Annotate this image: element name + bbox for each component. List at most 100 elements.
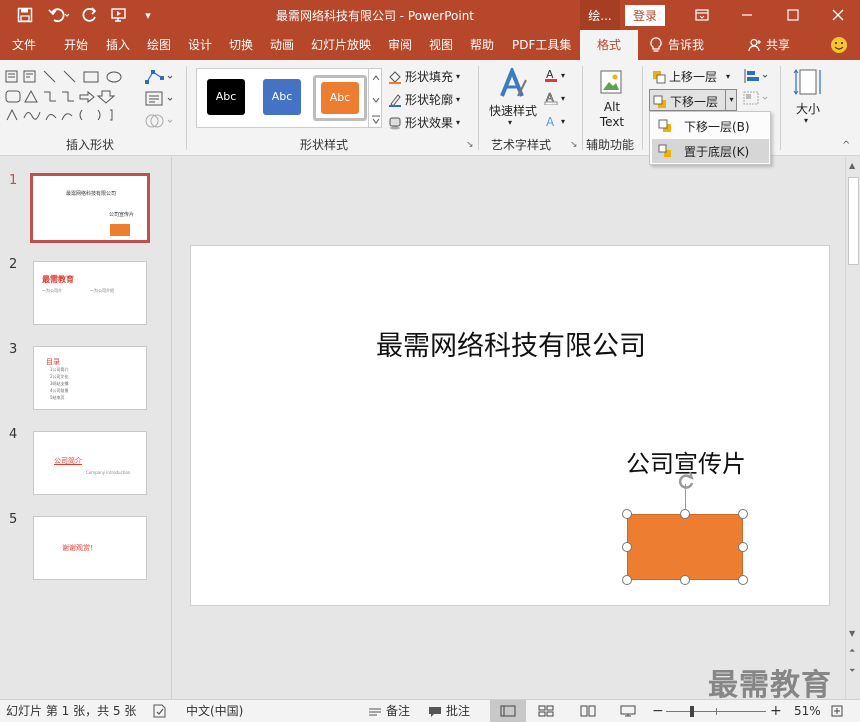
collapse-ribbon-button[interactable]: ^ — [842, 140, 850, 151]
zoom-out-button[interactable]: − — [652, 700, 664, 722]
shape-outline-button[interactable]: 形状轮廓 ▾ — [388, 91, 460, 108]
reading-view-button[interactable] — [580, 700, 596, 722]
text-outline-button[interactable]: A ▾ — [544, 91, 565, 105]
group-divider — [186, 66, 187, 150]
shape-effects-button[interactable]: 形状效果 ▾ — [388, 114, 460, 131]
language-indicator[interactable]: 中文(中国) — [186, 700, 243, 722]
start-from-beginning-button[interactable] — [104, 0, 134, 30]
menu-item-send-to-back[interactable]: 置于底层(K) — [652, 139, 769, 163]
scroll-down-icon[interactable]: ▼ — [849, 629, 855, 638]
tab-insert[interactable]: 插入 — [106, 30, 130, 60]
send-backward-dropdown[interactable]: ▾ — [725, 90, 737, 110]
spelling-check-button[interactable] — [152, 700, 168, 722]
tab-pdf-tools[interactable]: PDF工具集 — [512, 30, 571, 60]
maximize-button[interactable] — [770, 0, 816, 30]
slide-title[interactable]: 最需网络科技有限公司 — [191, 324, 831, 363]
slideshow-icon — [111, 8, 126, 22]
resize-handle-n[interactable] — [680, 509, 690, 519]
scroll-thumb[interactable] — [848, 177, 859, 265]
slide-thumbnail-3[interactable]: 目录 1公司简介 2公司文化 3网站支撑 4公司前景 5结束页 — [33, 346, 147, 410]
bring-forward-label: 上移一层 — [669, 70, 718, 84]
align-button[interactable] — [742, 68, 770, 86]
rotate-handle-icon[interactable] — [675, 470, 697, 492]
fit-to-window-button[interactable] — [830, 700, 844, 722]
tab-file[interactable]: 文件 — [12, 30, 36, 60]
merge-shapes-button[interactable] — [144, 112, 176, 130]
slide-canvas[interactable]: 最需网络科技有限公司 公司宣传片 — [190, 245, 830, 606]
redo-button[interactable] — [76, 0, 104, 30]
shape-fill-button[interactable]: 形状填充 ▾ — [388, 68, 460, 85]
style-gallery-scroll[interactable] — [368, 68, 382, 128]
wordart-launcher[interactable]: ↘ — [570, 140, 578, 150]
tab-slideshow[interactable]: 幻灯片放映 — [311, 30, 371, 60]
edit-shape-button[interactable] — [144, 68, 176, 88]
scroll-up-icon[interactable]: ▲ — [849, 161, 855, 170]
style-swatch-orange-selected[interactable]: Abc — [313, 75, 367, 121]
tab-home[interactable]: 开始 — [64, 30, 88, 60]
text-fill-button[interactable]: A ▾ — [544, 68, 565, 82]
alt-text-button[interactable]: Alt Text — [592, 66, 632, 132]
zoom-in-button[interactable]: + — [770, 700, 782, 722]
resize-handle-ne[interactable] — [738, 509, 748, 519]
contextual-tab-drawing[interactable]: 绘... — [580, 0, 620, 30]
text-box-button[interactable] — [144, 90, 176, 110]
text-effects-button[interactable]: A ▾ — [544, 114, 565, 128]
minimize-button[interactable] — [724, 0, 770, 30]
size-button[interactable]: 大小 ▾ — [788, 66, 828, 132]
tell-me-label: 告诉我 — [668, 38, 705, 52]
slide-number: 4 — [9, 427, 18, 442]
quick-styles-button[interactable]: 快速样式 ▾ — [486, 66, 540, 128]
shape-gallery[interactable] — [4, 68, 178, 128]
shape-styles-launcher[interactable]: ↘ — [466, 140, 474, 150]
slide-sorter-button[interactable] — [538, 700, 554, 722]
customize-qat-button[interactable]: ▾ — [138, 0, 158, 30]
shape-style-gallery[interactable]: Abc Abc Abc — [196, 68, 382, 128]
tab-view[interactable]: 视图 — [429, 30, 453, 60]
close-window-button[interactable] — [816, 0, 860, 30]
zoom-slider[interactable] — [666, 700, 766, 722]
slide-thumbnail-5[interactable]: 谢谢观赏！ — [33, 516, 147, 580]
previous-slide-icon[interactable]: ⏶ — [849, 647, 855, 655]
style-swatch-black[interactable]: Abc — [207, 79, 245, 115]
bring-forward-button[interactable]: 上移一层 ▾ — [652, 68, 730, 85]
tab-review[interactable]: 审阅 — [388, 30, 412, 60]
tab-animations[interactable]: 动画 — [270, 30, 294, 60]
tab-design[interactable]: 设计 — [188, 30, 212, 60]
resize-handle-s[interactable] — [680, 575, 690, 585]
zoom-level[interactable]: 51% — [794, 700, 821, 722]
zoom-slider-thumb[interactable] — [690, 706, 694, 717]
comments-button[interactable]: 批注 — [428, 700, 470, 722]
style-swatch-blue[interactable]: Abc — [263, 79, 301, 115]
resize-handle-se[interactable] — [738, 575, 748, 585]
ribbon-tabs: 文件 开始 插入 绘图 设计 切换 动画 幻灯片放映 审阅 视图 帮助 PDF工… — [0, 30, 860, 60]
tell-me-search[interactable]: 告诉我 — [650, 30, 704, 60]
tab-format[interactable]: 格式 — [580, 30, 638, 60]
reading-view-icon — [580, 705, 596, 717]
undo-button[interactable] — [42, 0, 76, 30]
feedback-button[interactable] — [830, 30, 848, 60]
resize-handle-nw[interactable] — [622, 509, 632, 519]
vertical-scrollbar[interactable]: ▲ ▼ ⏶ ⏷ — [845, 157, 860, 699]
normal-view-button[interactable] — [490, 700, 526, 722]
send-backward-icon — [653, 95, 666, 108]
resize-handle-e[interactable] — [738, 542, 748, 552]
tab-help[interactable]: 帮助 — [470, 30, 494, 60]
slideshow-view-button[interactable] — [620, 700, 636, 722]
slide-thumbnail-2[interactable]: 最需教育 一为公司介 一为公司介绍 — [33, 261, 147, 325]
slide-thumbnail-1[interactable]: 最需网络科技有限公司 公司宣传片 — [30, 173, 150, 243]
slide-thumbnail-4[interactable]: 公司简介 Company introduction — [33, 431, 147, 495]
selected-rectangle-shape[interactable] — [627, 514, 743, 580]
login-button[interactable]: 登录 — [622, 0, 668, 30]
send-backward-button[interactable]: 下移一层 ▾ — [649, 89, 737, 111]
tab-transitions[interactable]: 切换 — [229, 30, 253, 60]
resize-handle-sw[interactable] — [622, 575, 632, 585]
next-slide-icon[interactable]: ⏷ — [849, 667, 855, 675]
tab-draw[interactable]: 绘图 — [147, 30, 171, 60]
group-objects-button[interactable] — [742, 90, 770, 108]
menu-item-send-backward[interactable]: 下移一层(B) — [652, 114, 769, 138]
save-button[interactable] — [8, 0, 42, 30]
resize-handle-w[interactable] — [622, 542, 632, 552]
share-button[interactable]: 共享 — [748, 30, 790, 60]
notes-button[interactable]: 备注 — [368, 700, 410, 722]
ribbon-display-options-button[interactable] — [680, 0, 724, 30]
